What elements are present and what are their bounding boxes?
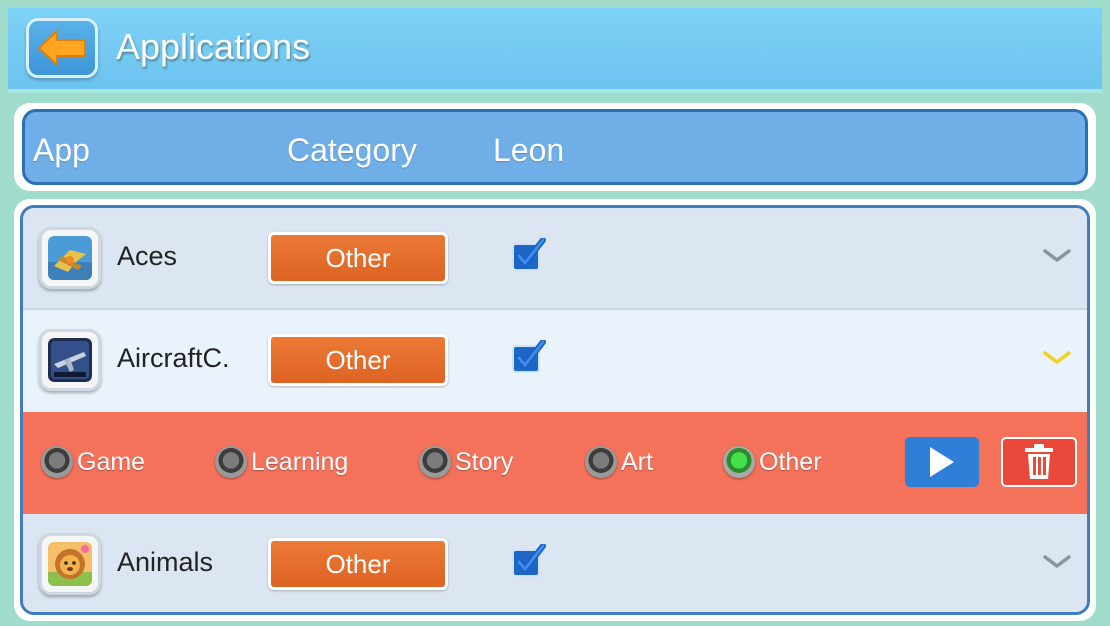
app-row-animals[interactable]: Animals Other bbox=[23, 514, 1087, 612]
chevron-down-icon[interactable] bbox=[1041, 348, 1073, 368]
animals-app-icon bbox=[39, 533, 101, 595]
radio-button[interactable] bbox=[41, 446, 73, 478]
title-bar: Applications bbox=[8, 8, 1102, 93]
category-option-art[interactable]: Art bbox=[585, 444, 653, 480]
enabled-checkbox[interactable] bbox=[511, 544, 547, 580]
category-button[interactable]: Other bbox=[268, 334, 448, 386]
trash-icon bbox=[1025, 444, 1053, 479]
delete-button[interactable] bbox=[1001, 437, 1077, 487]
column-user: Leon bbox=[493, 132, 565, 168]
app-row-aircraft[interactable]: AircraftC. Other bbox=[23, 310, 1087, 412]
radio-button-selected[interactable] bbox=[723, 446, 755, 478]
radio-button[interactable] bbox=[419, 446, 451, 478]
radio-label: Other bbox=[759, 447, 822, 476]
page-title: Applications bbox=[116, 26, 311, 67]
category-option-learning[interactable]: Learning bbox=[215, 444, 348, 480]
column-category: Category bbox=[287, 132, 417, 168]
app-name: Aces bbox=[117, 241, 178, 271]
app-name: AircraftC. bbox=[117, 343, 230, 373]
radio-label: Art bbox=[621, 447, 653, 476]
app-list: Aces Other AircraftC. Other Game Learnin… bbox=[20, 205, 1090, 615]
column-header: App Category Leon bbox=[22, 109, 1088, 185]
column-app: App bbox=[33, 132, 90, 168]
radio-button[interactable] bbox=[215, 446, 247, 478]
category-button[interactable]: Other bbox=[268, 232, 448, 284]
app-row-aces[interactable]: Aces Other bbox=[23, 208, 1087, 310]
chevron-down-icon[interactable] bbox=[1041, 246, 1073, 266]
radio-button[interactable] bbox=[585, 446, 617, 478]
enabled-checkbox[interactable] bbox=[511, 340, 547, 376]
radio-label: Story bbox=[455, 447, 514, 476]
chevron-down-icon[interactable] bbox=[1041, 552, 1073, 572]
category-option-story[interactable]: Story bbox=[419, 444, 513, 480]
back-button[interactable] bbox=[26, 18, 98, 78]
app-name: Animals bbox=[117, 547, 214, 577]
radio-label: Learning bbox=[251, 447, 349, 476]
aircraft-app-icon bbox=[39, 329, 101, 391]
arrow-left-icon bbox=[38, 30, 86, 66]
app-list-panel: Aces Other AircraftC. Other Game Learnin… bbox=[14, 199, 1096, 621]
category-option-other[interactable]: Other bbox=[723, 444, 822, 480]
play-icon bbox=[930, 447, 954, 477]
enabled-checkbox[interactable] bbox=[511, 238, 547, 274]
category-selector: Game Learning Story Art Other bbox=[23, 412, 1087, 514]
radio-label: Game bbox=[77, 447, 146, 476]
category-option-game[interactable]: Game bbox=[41, 444, 145, 480]
aces-app-icon bbox=[39, 227, 101, 289]
column-header-panel: App Category Leon bbox=[14, 103, 1096, 191]
category-button[interactable]: Other bbox=[268, 538, 448, 590]
play-button[interactable] bbox=[905, 437, 979, 487]
